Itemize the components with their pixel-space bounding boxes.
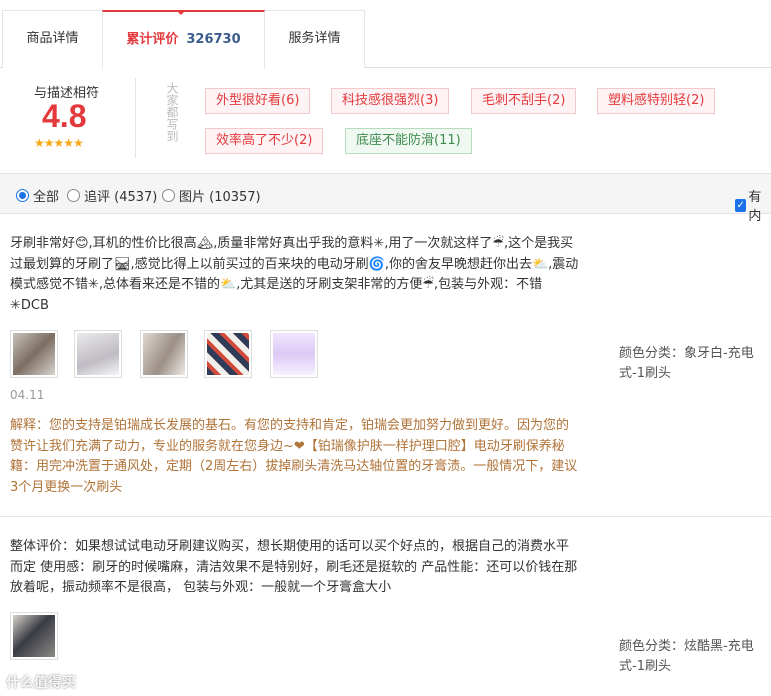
review-count: 326730 (186, 32, 241, 47)
summary-divider (135, 78, 136, 158)
impression-tag[interactable]: 科技感很强烈(3) (331, 88, 450, 114)
filter-has-content[interactable]: ✓ 有内 (735, 186, 771, 224)
impression-tag[interactable]: 效率高了不少(2) (205, 128, 324, 154)
review-date: 04.11 (10, 388, 45, 402)
checkbox-checked-icon[interactable]: ✓ (735, 198, 747, 212)
tab-label: 商品详情 (26, 31, 79, 46)
radio-icon[interactable] (162, 189, 175, 202)
rating-score: 4.8 (42, 98, 87, 134)
tab-reviews[interactable]: 累计评价 326730 (102, 10, 265, 69)
tab-label: 服务详情 (288, 31, 341, 46)
product-spec: 颜色分类：炫酷黑-充电式-1刷头 (619, 639, 754, 674)
review-tabs: 商品详情 累计评价 326730 服务详情 (0, 0, 771, 69)
tab-service-detail[interactable]: 服务详情 (265, 10, 365, 68)
review-photo[interactable] (270, 330, 318, 378)
review-photo[interactable] (140, 330, 188, 378)
product-spec: 颜色分类：象牙白-充电式-1刷头 (619, 346, 754, 381)
impression-tag-negative[interactable]: 底座不能防滑(11) (345, 128, 472, 154)
everyone-says-label: 大家都写到 (165, 82, 179, 142)
filter-label: 全部 (33, 190, 60, 205)
filter-append[interactable]: 追评 (4537) (67, 186, 157, 205)
tab-indicator-icon (176, 10, 186, 15)
impression-tag[interactable]: 外型很好看(6) (205, 88, 311, 114)
radio-checked-icon[interactable] (16, 189, 29, 202)
review-filter-bar: 全部 追评 (4537) 图片 (10357) ✓ 有内 (0, 174, 771, 224)
review-content: 牙刷非常好😊,耳机的性价比很高🏔,质量非常好真出乎我的意料✳,用了一次就这样了☔… (10, 236, 579, 313)
filter-label: 图片 (10357) (179, 190, 261, 205)
review-content: 整体评价：如果想试试电动牙刷建议购买，想长期使用的话可以买个好点的，根据自己的消… (10, 539, 578, 595)
star-rating-icon: ★★★★★ (34, 136, 84, 150)
filter-pictures[interactable]: 图片 (10357) (162, 186, 261, 205)
impression-tag[interactable]: 毛刺不刮手(2) (471, 88, 577, 114)
filter-label: 有内 (748, 190, 762, 224)
rating-summary: 与描述相符 4.8 ★★★★★ 大家都写到 外型很好看(6) 科技感很强烈(3)… (0, 68, 771, 174)
review-divider (0, 516, 771, 517)
watermark-logo: 什么值得买 (6, 675, 76, 691)
seller-reply: 解释：您的支持是铂瑞成长发展的基石。有您的支持和肯定，铂瑞会更加努力做到更好。因… (10, 418, 578, 495)
radio-icon[interactable] (67, 189, 80, 202)
impression-tag[interactable]: 塑料感特别轻(2) (597, 88, 716, 114)
filter-label: 追评 (4537) (84, 190, 158, 205)
tab-product-detail[interactable]: 商品详情 (2, 10, 102, 68)
review-photo[interactable] (204, 330, 252, 378)
filter-all[interactable]: 全部 (16, 186, 59, 205)
review-photo[interactable] (10, 612, 58, 660)
review-photo[interactable] (74, 330, 122, 378)
tab-label: 累计评价 (126, 32, 179, 47)
review-photo[interactable] (10, 330, 58, 378)
